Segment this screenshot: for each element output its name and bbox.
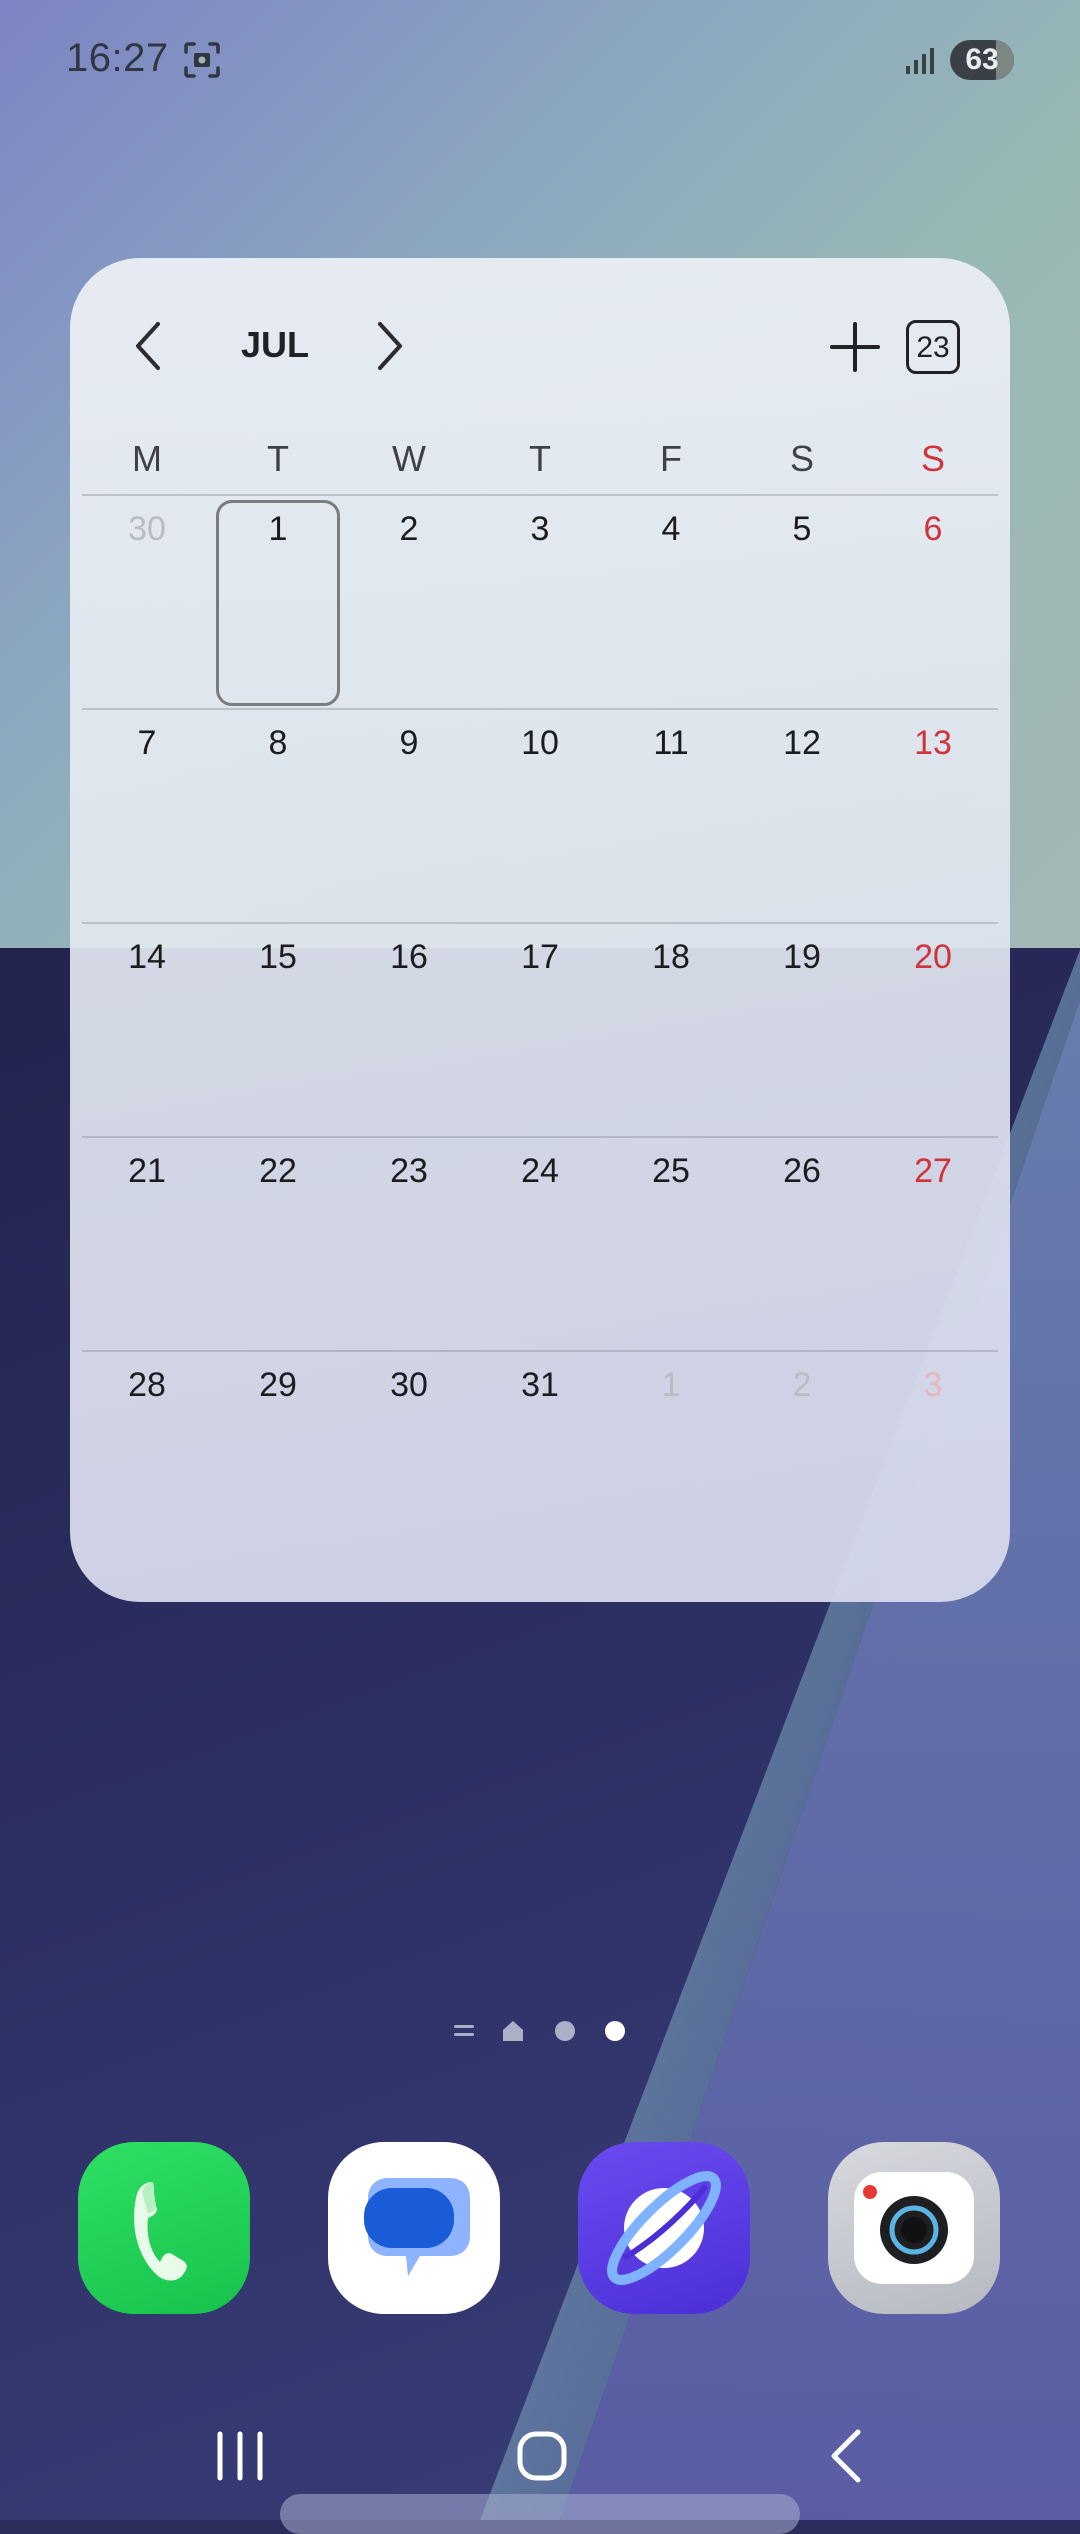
calendar-day[interactable]: 11	[606, 724, 736, 763]
battery-indicator: 63	[950, 40, 1014, 80]
recents-icon[interactable]	[200, 2420, 280, 2490]
signal-icon	[906, 48, 934, 74]
month-label[interactable]: JUL	[190, 324, 360, 366]
divider	[82, 1350, 998, 1352]
divider	[82, 1136, 998, 1138]
today-button[interactable]: 23	[906, 320, 960, 374]
calendar-day[interactable]: 24	[475, 1152, 605, 1191]
weekday-label: T	[267, 438, 289, 479]
calendar-day[interactable]: 21	[82, 1152, 212, 1191]
calendar-day[interactable]: 31	[475, 1366, 605, 1405]
divider	[82, 708, 998, 710]
internet-app-icon[interactable]	[578, 2142, 750, 2314]
weekday-header: M T W T F S S	[82, 438, 998, 498]
calendar-day[interactable]: 6	[868, 510, 998, 549]
battery-level: 63	[965, 43, 999, 76]
page-indicator[interactable]	[0, 2016, 1080, 2046]
weekday-label: T	[529, 438, 551, 479]
chevron-left-icon[interactable]	[128, 316, 168, 376]
calendar-widget[interactable]: JUL 23 M T W T F S S 30 1 2 3 4 5 6 7 8 9 10 11 12 13…	[70, 258, 1010, 1602]
calendar-day[interactable]: 9	[344, 724, 474, 763]
calendar-day[interactable]: 19	[737, 938, 867, 977]
chevron-right-icon[interactable]	[370, 316, 410, 376]
calendar-day[interactable]: 7	[82, 724, 212, 763]
calendar-day[interactable]: 10	[475, 724, 605, 763]
calendar-day[interactable]: 2	[344, 510, 474, 549]
divider	[82, 494, 998, 496]
calendar-day[interactable]: 28	[82, 1366, 212, 1405]
calendar-day[interactable]: 23	[344, 1152, 474, 1191]
back-icon[interactable]	[806, 2420, 886, 2490]
calendar-day[interactable]: 30	[344, 1366, 474, 1405]
weekday-label: W	[392, 438, 426, 479]
status-time: 16:27	[66, 36, 169, 80]
page-dot[interactable]	[552, 2016, 578, 2046]
calendar-day[interactable]: 14	[82, 938, 212, 977]
status-bar: 16:27 63	[0, 0, 1080, 120]
divider	[82, 922, 998, 924]
calendar-day[interactable]: 18	[606, 938, 736, 977]
screenshot-icon	[184, 42, 220, 78]
calendar-day[interactable]: 13	[868, 724, 998, 763]
calendar-day[interactable]: 15	[213, 938, 343, 977]
calendar-day[interactable]: 5	[737, 510, 867, 549]
calendar-day[interactable]: 2	[737, 1366, 867, 1405]
plus-icon[interactable]	[828, 320, 882, 374]
camera-app-icon[interactable]	[828, 2142, 1000, 2314]
page-dot-active[interactable]	[602, 2016, 628, 2046]
calendar-day[interactable]: 12	[737, 724, 867, 763]
phone-app-icon[interactable]	[78, 2142, 250, 2314]
calendar-day[interactable]: 1	[213, 510, 343, 549]
calendar-day[interactable]: 20	[868, 938, 998, 977]
calendar-day[interactable]: 26	[737, 1152, 867, 1191]
calendar-day[interactable]: 22	[213, 1152, 343, 1191]
calendar-day[interactable]: 4	[606, 510, 736, 549]
calendar-day[interactable]: 30	[82, 510, 212, 549]
calendar-day[interactable]: 3	[868, 1366, 998, 1405]
home-page-icon[interactable]	[500, 2016, 526, 2046]
weekday-label: M	[132, 438, 162, 479]
weekday-label: S	[789, 438, 814, 479]
calendar-day[interactable]: 1	[606, 1366, 736, 1405]
messages-app-icon[interactable]	[328, 2142, 500, 2314]
calendar-day[interactable]: 27	[868, 1152, 998, 1191]
home-icon[interactable]	[502, 2420, 582, 2490]
calendar-day[interactable]: 8	[213, 724, 343, 763]
calendar-day[interactable]: 16	[344, 938, 474, 977]
calendar-day[interactable]: 25	[606, 1152, 736, 1191]
weekday-label: S	[920, 438, 945, 479]
page-list-icon[interactable]	[452, 2016, 476, 2046]
gesture-handle[interactable]	[280, 2494, 800, 2534]
calendar-day[interactable]: 29	[213, 1366, 343, 1405]
calendar-day[interactable]: 17	[475, 938, 605, 977]
weekday-label: F	[660, 438, 682, 479]
calendar-day[interactable]: 3	[475, 510, 605, 549]
